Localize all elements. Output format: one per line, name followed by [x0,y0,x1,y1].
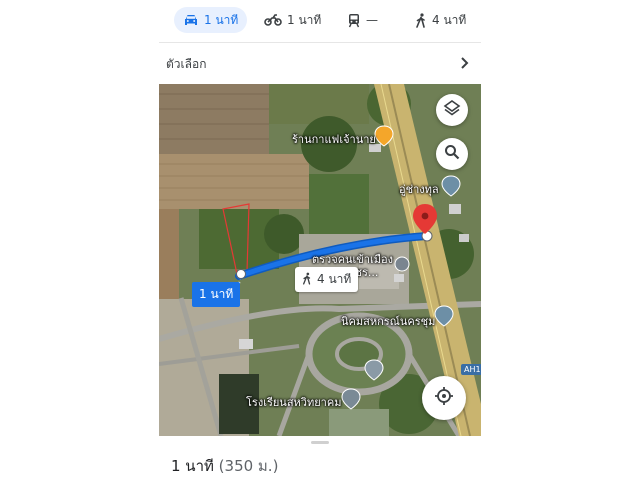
sheet-drag-handle[interactable] [311,441,329,444]
motorcycle-icon [264,14,282,26]
mode-motorcycle-label: 1 นาที [287,12,322,27]
directions-bottom-sheet[interactable]: 1 นาที (350 ม.) [159,436,481,480]
mode-drive-label: 1 นาที [204,12,239,27]
chevron-right-icon [459,55,469,74]
crosshair-icon [434,386,454,410]
walking-icon [302,272,312,288]
layers-icon [443,99,461,121]
mode-motorcycle-tab[interactable]: 1 นาที [264,7,321,33]
search-button[interactable] [436,138,468,170]
walk-duration-badge[interactable]: 4 นาที [295,267,359,292]
search-icon [444,144,460,164]
my-location-button[interactable] [422,376,466,420]
mode-walk-tab[interactable]: 4 นาที [415,7,466,33]
map-view[interactable]: ร้านกาแฟเจ้านาย อู่ช่างทุล ตรวจคนเข้าเมื… [159,84,481,436]
route-distance: (350 ม.) [218,457,279,475]
options-row[interactable]: ตัวเลือก [159,43,481,83]
place-label-school[interactable]: โรงเรียนสหวิทยาคม [246,393,341,411]
place-label-garage[interactable]: อู่ช่างทุล [399,180,439,198]
mode-transit-label: — [366,13,378,27]
place-label-cooperative[interactable]: นิคมสหกรณ์นครชุม [341,312,435,330]
travel-mode-bar: 1 นาที 1 นาที — 4 นาที [159,0,481,40]
route-duration-badge[interactable]: 1 นาที [192,282,241,307]
mode-transit-tab[interactable]: — [347,7,378,33]
directions-screen: 1 นาที 1 นาที — 4 นาที ตัวเลือก ร้านกาแฟ… [159,0,481,480]
mode-walk-label: 4 นาที [432,12,467,27]
place-label-coffee[interactable]: ร้านกาแฟเจ้านาย [292,130,376,148]
walk-badge-label: 4 นาที [317,272,352,286]
walking-icon [415,12,427,28]
road-shield: AH1 [461,364,481,375]
mode-drive-tab[interactable]: 1 นาที [174,7,248,33]
route-summary: 1 นาที (350 ม.) [171,454,278,478]
options-label: ตัวเลือก [166,57,207,71]
car-icon [183,13,199,27]
layers-button[interactable] [436,94,468,126]
route-time: 1 นาที [171,457,214,475]
train-icon [347,13,361,28]
